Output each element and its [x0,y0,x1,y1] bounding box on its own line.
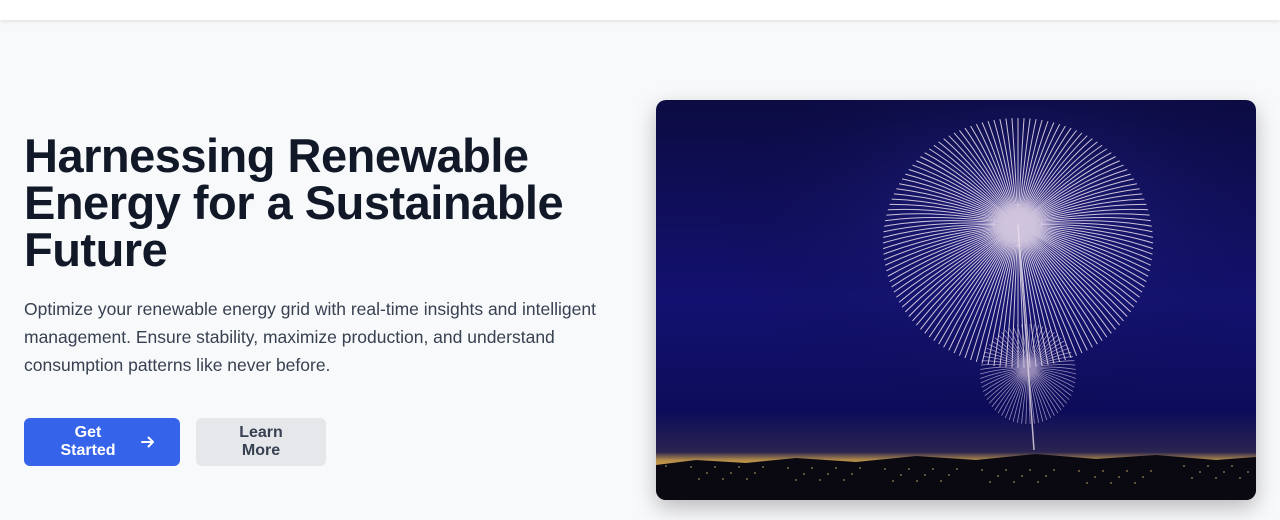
get-started-button[interactable]: Get Started [24,418,180,466]
hero-actions: Get Started Learn More [24,418,326,466]
arrow-right-icon [140,434,156,450]
hero-title-line-3: Future [24,223,168,276]
hero-fireworks-image [656,100,1256,500]
top-navigation-bar [0,0,1280,20]
hero-description: Optimize your renewable energy grid with… [24,299,596,375]
get-started-label: Get Started [60,424,116,459]
hero-title: Harnessing Renewable Energy for a Sustai… [24,132,624,273]
hero-text: Harnessing Renewable Energy for a Sustai… [24,132,624,379]
hero-title-line-2: Energy for a Sustainable [24,176,564,229]
learn-more-button[interactable]: Learn More [196,418,326,466]
hero-title-line-1: Harnessing Renewable [24,129,529,182]
